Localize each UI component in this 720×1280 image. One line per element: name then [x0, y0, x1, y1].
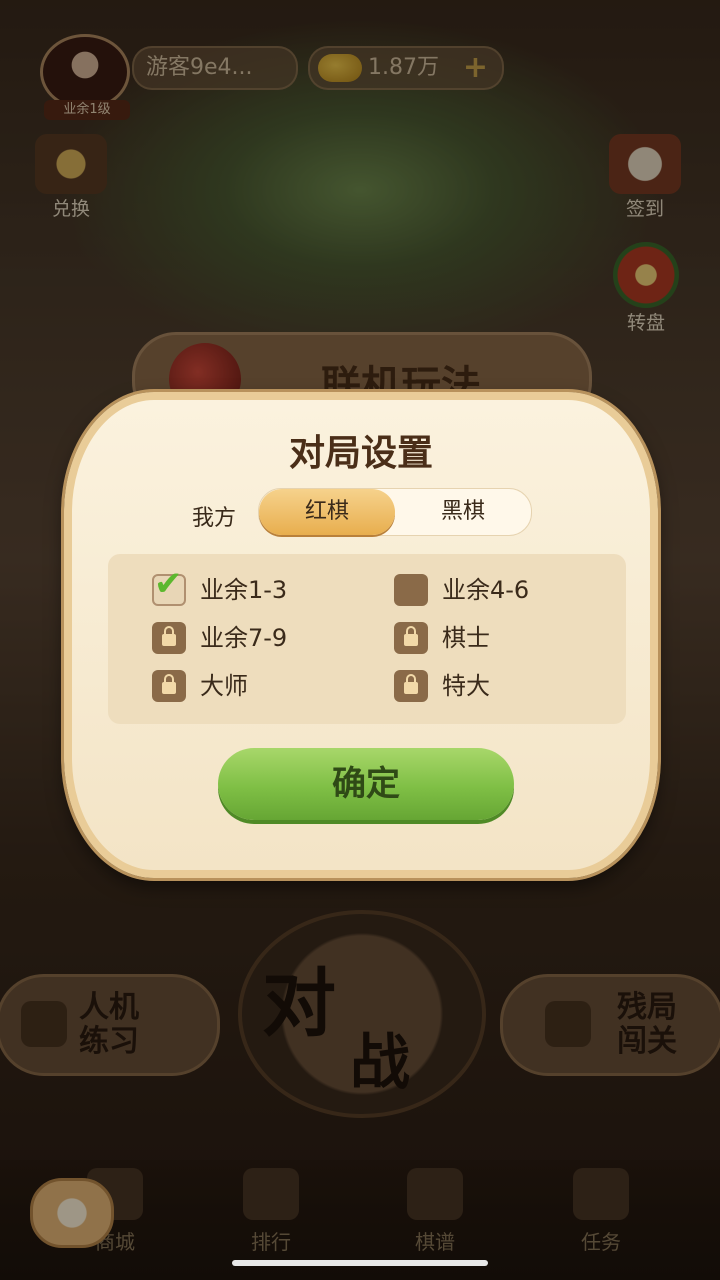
level-label: 大师: [200, 672, 248, 700]
red-side-option[interactable]: 红棋: [259, 489, 395, 535]
level-grid: ✔ 业余1-3 业余4-6 业余7-9 棋士 大师 特大: [108, 554, 626, 724]
lock-box: [394, 670, 428, 702]
side-toggle: 红棋 黑棋: [258, 488, 532, 536]
level-option-amateur-4-6[interactable]: 业余4-6: [394, 570, 594, 610]
black-side-option[interactable]: 黑棋: [395, 489, 531, 535]
level-option-chess-master[interactable]: 棋士: [394, 618, 594, 658]
lock-box: [152, 670, 186, 702]
level-option-master[interactable]: 大师: [152, 666, 352, 706]
lock-icon: [404, 674, 418, 694]
level-option-grandmaster[interactable]: 特大: [394, 666, 594, 706]
lock-icon: [162, 626, 176, 646]
level-label: 业余4-6: [442, 576, 530, 604]
confirm-button[interactable]: 确定: [218, 748, 514, 820]
level-option-amateur-7-9[interactable]: 业余7-9: [152, 618, 352, 658]
lock-icon: [404, 626, 418, 646]
lock-box: [394, 622, 428, 654]
lock-icon: [162, 674, 176, 694]
level-label: 业余1-3: [200, 576, 288, 604]
home-indicator[interactable]: [232, 1260, 488, 1266]
side-label: 我方: [192, 506, 237, 531]
checkbox: [394, 574, 428, 606]
checkmark-icon: ✔: [154, 564, 183, 604]
level-option-amateur-1-3[interactable]: ✔ 业余1-3: [152, 564, 352, 610]
lock-box: [152, 622, 186, 654]
level-label: 特大: [442, 672, 490, 700]
level-label: 业余7-9: [200, 624, 288, 652]
dialog-title: 对局设置: [288, 432, 433, 474]
game-settings-dialog: 对局设置 我方 红棋 黑棋 ✔ 业余1-3 业余4-6 业余7-9 棋士 大师 …: [64, 392, 658, 878]
level-label: 棋士: [442, 624, 490, 652]
